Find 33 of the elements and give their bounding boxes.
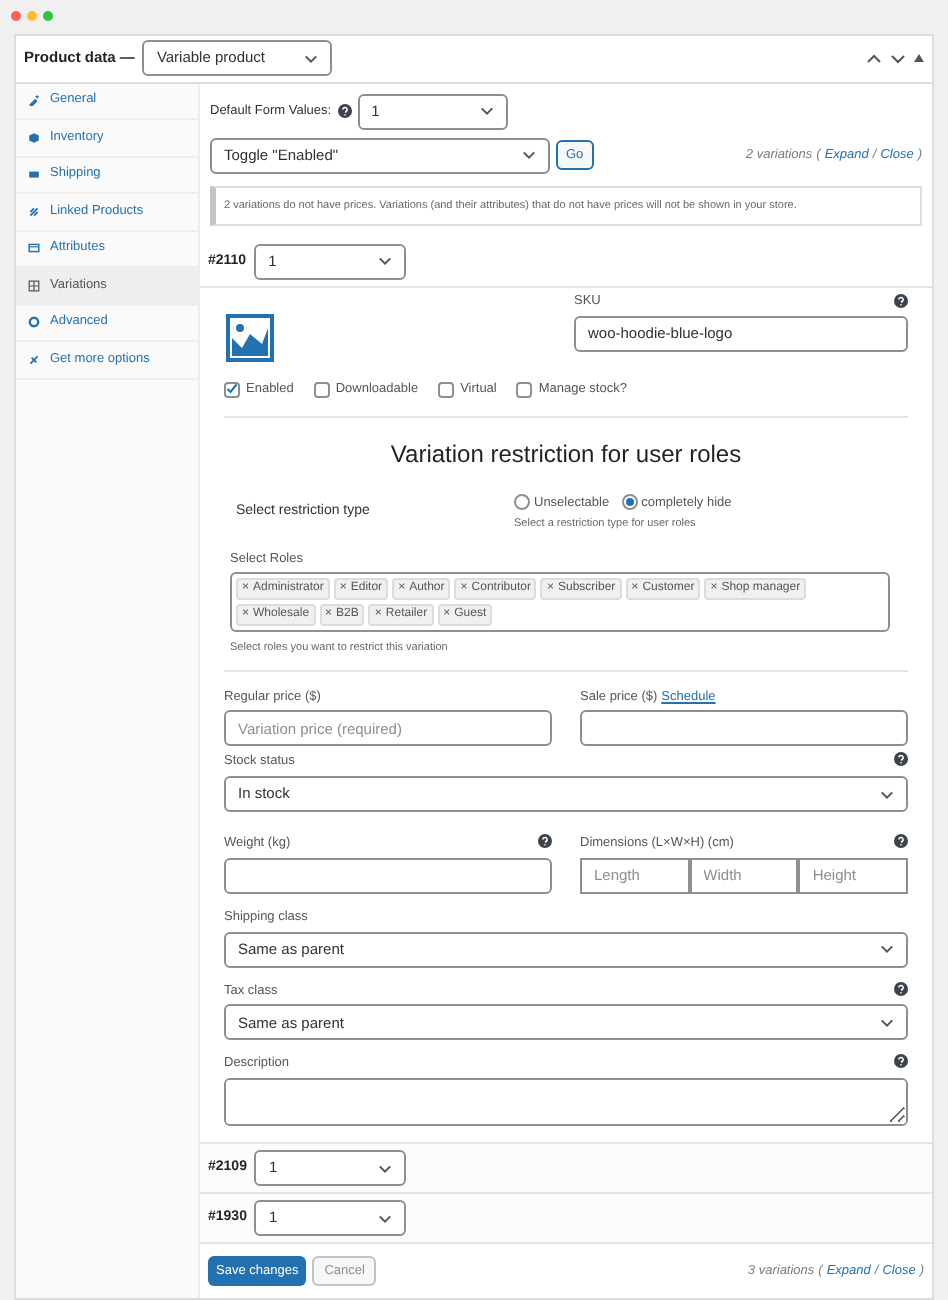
help-icon	[337, 104, 352, 118]
description-field[interactable]	[224, 1078, 908, 1126]
image-placeholder-icon[interactable]	[224, 311, 276, 364]
radio-button[interactable]	[514, 494, 530, 511]
chevron-down-icon	[378, 256, 393, 267]
triangle-up-icon[interactable]	[914, 54, 924, 62]
help-icon	[894, 752, 908, 767]
weight-field[interactable]	[224, 857, 552, 894]
chevron-down-icon	[880, 1017, 894, 1028]
chevron-down-icon	[378, 1213, 393, 1223]
help-icon	[894, 834, 908, 848]
chevron-down-icon[interactable]	[890, 53, 906, 63]
chevron-down-icon	[522, 150, 536, 160]
checkbox[interactable]	[516, 381, 533, 398]
chevron-down-icon	[304, 53, 319, 63]
radio-button[interactable]	[621, 494, 638, 511]
sale-price-field[interactable]	[580, 710, 908, 747]
chevron-down-icon	[378, 1163, 393, 1173]
help-icon	[894, 1054, 908, 1069]
help-icon	[894, 981, 908, 995]
restriction-title: Variation restriction for user roles	[390, 437, 742, 471]
help-icon	[894, 294, 908, 309]
checkbox[interactable]	[438, 381, 455, 398]
help-icon	[538, 834, 552, 848]
window-controls-icon	[10, 10, 54, 23]
chevron-up-icon[interactable]	[866, 53, 882, 63]
chevron-down-icon	[880, 944, 894, 954]
chevron-down-icon	[479, 106, 494, 116]
list-icon	[28, 242, 40, 255]
grid-icon	[28, 279, 40, 292]
checkbox[interactable]	[313, 381, 330, 398]
chevron-down-icon	[880, 789, 894, 799]
checkbox[interactable]	[224, 381, 240, 398]
